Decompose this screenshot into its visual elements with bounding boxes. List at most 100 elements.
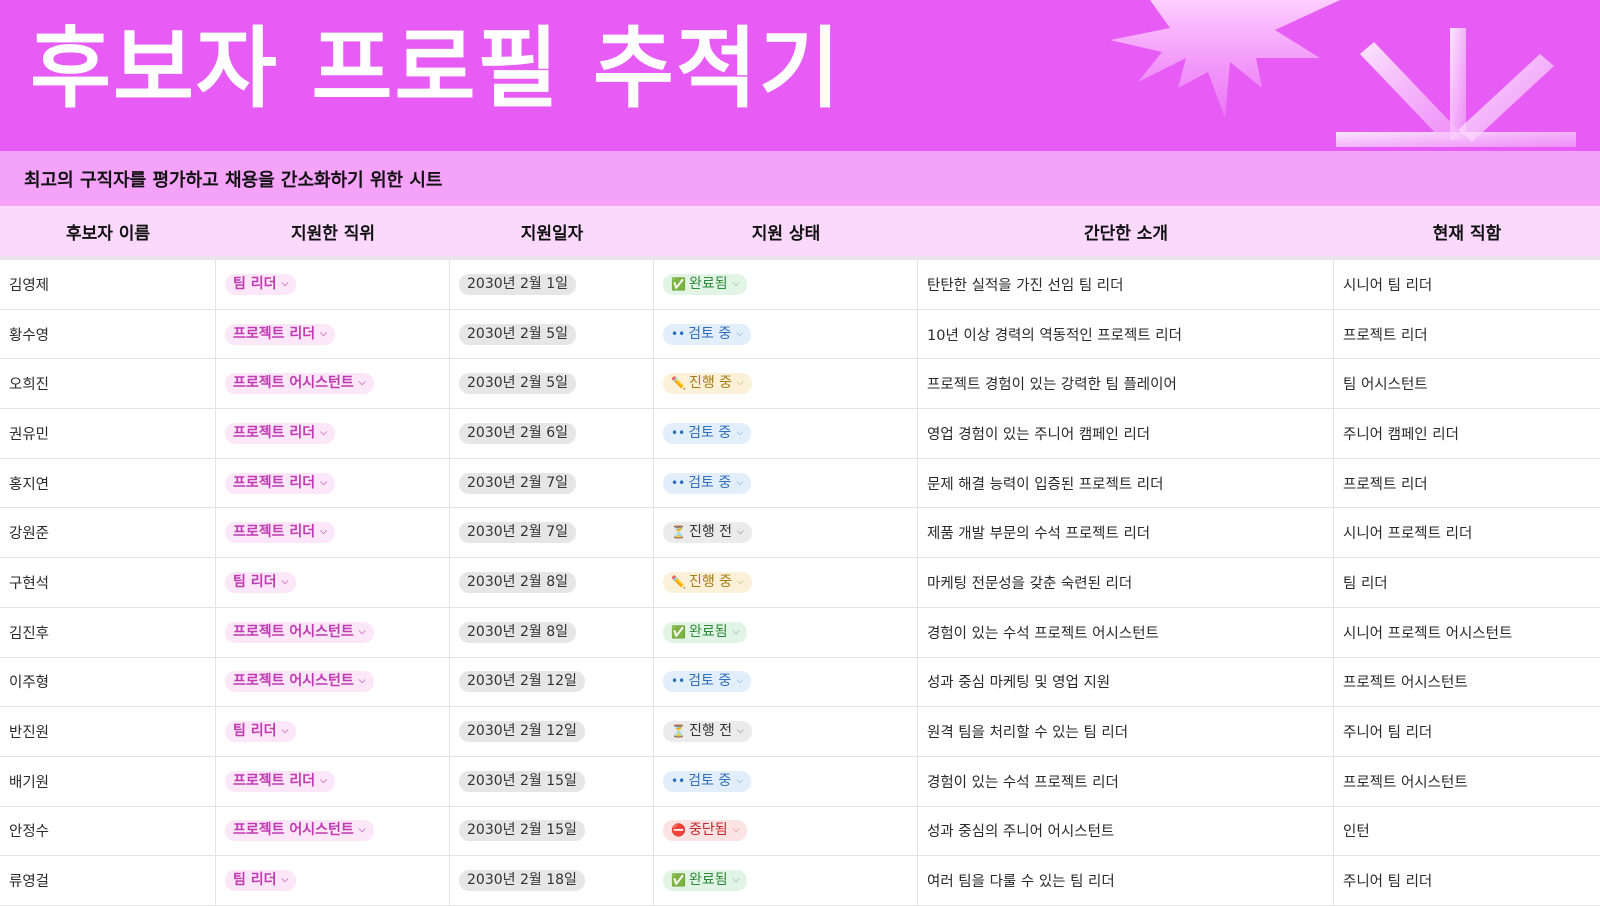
current-title-cell[interactable]: 프로젝트 어시스턴트 [1334,658,1600,707]
intro-cell[interactable]: 영업 경험이 있는 주니어 캠페인 리더 [918,409,1334,458]
status-pill[interactable]: ✅ 완료됨 ⌵ [663,273,748,295]
position-pill[interactable]: 팀 리더 ⌵ [225,571,297,593]
position-cell[interactable]: 프로젝트 리더 ⌵ [216,409,450,458]
column-header-date[interactable]: 지원일자 [450,206,654,256]
candidate-name-cell[interactable]: 홍지연 [0,458,216,508]
status-cell[interactable]: •• 검토 중 ⌵ [654,756,918,806]
position-cell[interactable]: 프로젝트 리더 ⌵ [216,458,450,508]
date-cell[interactable]: 2030년 2월 15일 [450,806,654,856]
status-cell[interactable]: ✏️ 진행 중 ⌵ [654,558,918,607]
date-cell[interactable]: 2030년 2월 18일 [450,856,654,905]
intro-cell[interactable]: 제품 개발 부문의 수석 프로젝트 리더 [918,508,1334,558]
table-row[interactable]: 이주형 프로젝트 어시스턴트 ⌵ 2030년 2월 12일 •• 검토 중 ⌵ 성과 중심 마… [0,657,1600,708]
intro-cell[interactable]: 성과 중심의 주니어 어시스턴트 [918,806,1334,856]
status-cell[interactable]: •• 검토 중 ⌵ [654,309,918,359]
status-pill[interactable]: ⏳ 진행 전 ⌵ [663,522,752,544]
candidate-name-cell[interactable]: 구현석 [0,558,216,607]
current-title-cell[interactable]: 주니어 캠페인 리더 [1334,409,1600,458]
status-cell[interactable]: •• 검토 중 ⌵ [654,657,918,707]
date-cell[interactable]: 2030년 2월 6일 [450,409,654,458]
intro-cell[interactable]: 원격 팀을 처리할 수 있는 팀 리더 [918,707,1334,756]
position-cell[interactable]: 프로젝트 어시스턴트 ⌵ [216,607,450,657]
candidate-name-cell[interactable]: 배기원 [0,756,216,806]
candidate-name-cell[interactable]: 류영걸 [0,856,216,905]
current-title-cell[interactable]: 프로젝트 어시스턴트 [1334,757,1600,806]
status-pill[interactable]: ✅ 완료됨 ⌵ [663,870,748,892]
status-pill[interactable]: ✏️ 진행 중 ⌵ [663,373,752,395]
position-cell[interactable]: 프로젝트 어시스턴트 ⌵ [216,359,450,409]
candidate-name-cell[interactable]: 오희진 [0,359,216,409]
table-row[interactable]: 강원준 프로젝트 리더 ⌵ 2030년 2월 7일 ⏳ 진행 전 ⌵ 제품 개발 부문의 수석… [0,508,1600,559]
current-title-cell[interactable]: 시니어 프로젝트 어시스턴트 [1334,608,1600,657]
current-title-cell[interactable]: 시니어 팀 리더 [1334,260,1600,309]
intro-cell[interactable]: 경험이 있는 수석 프로젝트 어시스턴트 [918,607,1334,657]
table-row[interactable]: 김진후 프로젝트 어시스턴트 ⌵ 2030년 2월 8일 ✅ 완료됨 ⌵ 경험이 있는 수석 … [0,607,1600,658]
date-cell[interactable]: 2030년 2월 7일 [450,458,654,508]
intro-cell[interactable]: 문제 해결 능력이 입증된 프로젝트 리더 [918,458,1334,508]
position-cell[interactable]: 프로젝트 리더 ⌵ [216,508,450,558]
status-cell[interactable]: •• 검토 중 ⌵ [654,458,918,508]
date-cell[interactable]: 2030년 2월 8일 [450,558,654,607]
intro-cell[interactable]: 탄탄한 실적을 가진 선임 팀 리더 [918,260,1334,309]
status-pill[interactable]: •• 검토 중 ⌵ [663,472,752,494]
column-header-title[interactable]: 현재 직함 [1334,206,1600,256]
candidate-name-cell[interactable]: 김영제 [0,260,216,309]
position-cell[interactable]: 프로젝트 리더 ⌵ [216,309,450,359]
date-cell[interactable]: 2030년 2월 5일 [450,309,654,359]
candidate-name-cell[interactable]: 황수영 [0,309,216,359]
intro-cell[interactable]: 경험이 있는 수석 프로젝트 리더 [918,756,1334,806]
candidate-name-cell[interactable]: 김진후 [0,607,216,657]
date-cell[interactable]: 2030년 2월 12일 [450,657,654,707]
position-pill[interactable]: 프로젝트 리더 ⌵ [225,472,335,494]
intro-cell[interactable]: 성과 중심 마케팅 및 영업 지원 [918,657,1334,707]
status-pill[interactable]: ✅ 완료됨 ⌵ [663,621,748,643]
position-cell[interactable]: 팀 리더 ⌵ [216,260,450,309]
position-cell[interactable]: 팀 리더 ⌵ [216,707,450,756]
status-pill[interactable]: •• 검토 중 ⌵ [663,671,752,693]
position-cell[interactable]: 팀 리더 ⌵ [216,856,450,905]
position-pill[interactable]: 프로젝트 어시스턴트 ⌵ [225,820,374,842]
position-pill[interactable]: 프로젝트 리더 ⌵ [225,422,335,444]
status-cell[interactable]: ✏️ 진행 중 ⌵ [654,359,918,409]
intro-cell[interactable]: 10년 이상 경력의 역동적인 프로젝트 리더 [918,309,1334,359]
date-cell[interactable]: 2030년 2월 8일 [450,607,654,657]
current-title-cell[interactable]: 인턴 [1334,807,1600,856]
status-pill[interactable]: ✏️ 진행 중 ⌵ [663,571,752,593]
position-pill[interactable]: 프로젝트 리더 ⌵ [225,770,335,792]
position-pill[interactable]: 프로젝트 어시스턴트 ⌵ [225,671,374,693]
position-cell[interactable]: 프로젝트 어시스턴트 ⌵ [216,657,450,707]
candidate-name-cell[interactable]: 이주형 [0,657,216,707]
status-cell[interactable]: ✅ 완료됨 ⌵ [654,260,918,309]
status-cell[interactable]: ✅ 완료됨 ⌵ [654,607,918,657]
status-cell[interactable]: ⏳ 진행 전 ⌵ [654,707,918,756]
candidate-name-cell[interactable]: 권유민 [0,409,216,458]
position-pill[interactable]: 팀 리더 ⌵ [225,273,297,295]
current-title-cell[interactable]: 시니어 프로젝트 리더 [1334,508,1600,557]
date-cell[interactable]: 2030년 2월 12일 [450,707,654,756]
table-row[interactable]: 오희진 프로젝트 어시스턴트 ⌵ 2030년 2월 5일 ✏️ 진행 중 ⌵ 프로젝트 경험이… [0,359,1600,410]
current-title-cell[interactable]: 주니어 팀 리더 [1334,707,1600,756]
status-cell[interactable]: ⏳ 진행 전 ⌵ [654,508,918,558]
table-row[interactable]: 홍지연 프로젝트 리더 ⌵ 2030년 2월 7일 •• 검토 중 ⌵ 문제 해결 능력이 입… [0,458,1600,509]
candidate-name-cell[interactable]: 안정수 [0,806,216,856]
current-title-cell[interactable]: 프로젝트 리더 [1334,310,1600,359]
position-pill[interactable]: 팀 리더 ⌵ [225,870,297,892]
status-cell[interactable]: ✅ 완료됨 ⌵ [654,856,918,905]
table-row[interactable]: 안정수 프로젝트 어시스턴트 ⌵ 2030년 2월 15일 ⛔ 중단됨 ⌵ 성과 중심의 주니… [0,806,1600,857]
intro-cell[interactable]: 프로젝트 경험이 있는 강력한 팀 플레이어 [918,359,1334,409]
status-pill[interactable]: ⏳ 진행 전 ⌵ [663,721,752,743]
table-row[interactable]: 권유민 프로젝트 리더 ⌵ 2030년 2월 6일 •• 검토 중 ⌵ 영업 경험이 있는 주… [0,409,1600,459]
position-cell[interactable]: 팀 리더 ⌵ [216,558,450,607]
position-pill[interactable]: 프로젝트 어시스턴트 ⌵ [225,373,374,395]
date-cell[interactable]: 2030년 2월 7일 [450,508,654,558]
date-cell[interactable]: 2030년 2월 1일 [450,260,654,309]
position-cell[interactable]: 프로젝트 어시스턴트 ⌵ [216,806,450,856]
table-row[interactable]: 반진원 팀 리더 ⌵ 2030년 2월 12일 ⏳ 진행 전 ⌵ 원격 팀을 처리할 수 있는… [0,707,1600,757]
current-title-cell[interactable]: 프로젝트 리더 [1334,459,1600,508]
status-pill[interactable]: •• 검토 중 ⌵ [663,770,752,792]
candidate-name-cell[interactable]: 반진원 [0,707,216,756]
date-cell[interactable]: 2030년 2월 5일 [450,359,654,409]
position-pill[interactable]: 팀 리더 ⌵ [225,721,297,743]
column-header-status[interactable]: 지원 상태 [654,206,918,256]
status-pill[interactable]: •• 검토 중 ⌵ [663,422,752,444]
